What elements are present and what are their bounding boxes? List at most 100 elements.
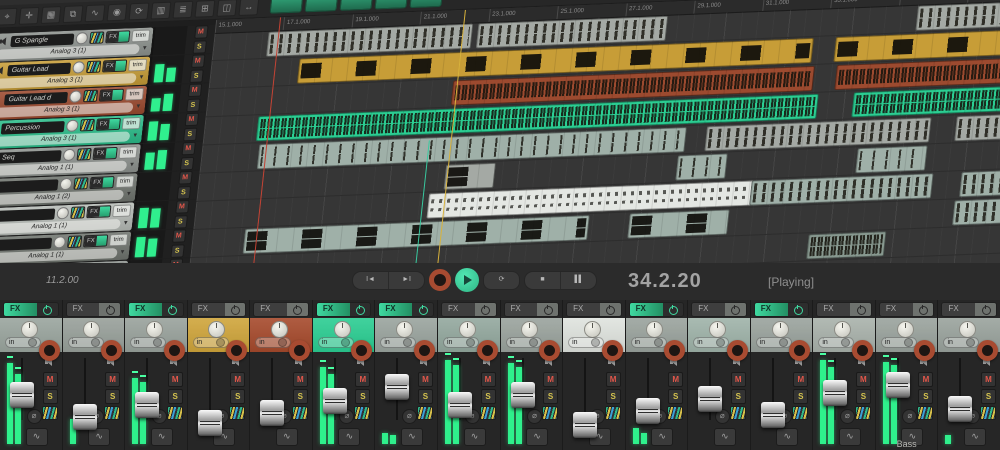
fx-toggle[interactable]: FX — [93, 147, 118, 160]
trim-button[interactable]: trim — [128, 59, 147, 72]
envelope-button[interactable]: ∿ — [526, 428, 548, 446]
go-to-start-button[interactable]: Ι◄ — [353, 272, 388, 289]
fx-button[interactable]: FX — [191, 302, 247, 317]
volume-fader[interactable] — [73, 404, 97, 430]
solo-button[interactable]: S — [293, 389, 308, 404]
mute-button[interactable]: M — [230, 372, 245, 387]
mixer-strip[interactable]: FX in M S ⌀ ∿ Bass — [876, 300, 938, 450]
trim-button[interactable]: trim — [118, 146, 137, 159]
mute-button[interactable]: M — [793, 372, 808, 387]
solo-button[interactable]: S — [186, 99, 200, 113]
volume-fader[interactable] — [573, 412, 597, 438]
mute-button[interactable]: M — [856, 372, 871, 387]
routing-icon[interactable] — [83, 90, 98, 103]
stop-button[interactable]: ■ — [525, 272, 560, 289]
input-button[interactable]: in — [193, 337, 229, 348]
fx-toggle[interactable]: FX — [105, 30, 130, 43]
routing-icon[interactable] — [667, 406, 683, 420]
fx-bypass-button[interactable] — [475, 303, 496, 316]
trim-button[interactable]: trim — [112, 204, 131, 217]
fx-toggle[interactable]: FX — [102, 59, 127, 72]
fx-toggle[interactable]: FX — [83, 234, 108, 247]
mute-button[interactable]: M — [181, 142, 195, 156]
envelope-button[interactable]: ∿ — [88, 428, 110, 446]
pan-knob[interactable] — [646, 321, 663, 338]
fx-bypass-button[interactable] — [975, 303, 996, 316]
toolbar-toggle-button[interactable] — [374, 0, 408, 10]
solo-button[interactable]: S — [43, 389, 58, 404]
chevron-down-icon[interactable]: ▾ — [139, 73, 144, 83]
toolbar-icon[interactable]: ✛ — [19, 6, 40, 24]
input-dropdown-icon[interactable] — [153, 338, 162, 347]
track-name[interactable] — [0, 237, 53, 251]
toolbar-icon[interactable]: ⊞ — [195, 0, 216, 17]
routing-icon[interactable] — [74, 177, 89, 190]
mixer-strip[interactable]: FX in M S ⌀ ∿ — [125, 300, 187, 450]
play-button[interactable] — [455, 268, 479, 292]
fx-bypass-button[interactable] — [412, 303, 433, 316]
toolbar-icon[interactable]: ⧉ — [63, 5, 84, 23]
solo-button[interactable]: S — [481, 389, 496, 404]
solo-button[interactable]: S — [856, 389, 871, 404]
record-button[interactable] — [429, 269, 451, 291]
input-button[interactable]: in — [693, 337, 729, 348]
pan-knob[interactable] — [709, 321, 726, 338]
record-arm-button[interactable] — [477, 340, 498, 361]
fx-toggle[interactable]: FX — [86, 205, 111, 218]
phase-button[interactable]: ⌀ — [840, 409, 855, 424]
pan-knob[interactable] — [334, 321, 351, 338]
solo-button[interactable]: S — [230, 389, 245, 404]
pan-knob[interactable] — [208, 321, 225, 338]
toolbar-icon[interactable]: ↔ — [238, 0, 259, 15]
fx-bypass-button[interactable] — [350, 303, 371, 316]
fx-button[interactable]: FX — [316, 302, 372, 317]
solo-button[interactable]: S — [668, 389, 683, 404]
mute-button[interactable]: M — [668, 372, 683, 387]
input-button[interactable]: in — [443, 337, 479, 348]
fx-button[interactable]: FX — [816, 302, 872, 317]
routing-icon[interactable] — [89, 31, 104, 44]
solo-button[interactable]: S — [192, 40, 206, 54]
go-to-end-button[interactable]: ►Ι — [388, 272, 424, 289]
volume-fader[interactable] — [260, 400, 284, 426]
mixer-strip[interactable]: FX in M S ⌀ ∿ — [313, 300, 375, 450]
routing-icon[interactable] — [480, 406, 496, 420]
mute-button[interactable]: M — [731, 372, 746, 387]
fx-button[interactable]: FX — [879, 302, 935, 317]
volume-fader[interactable] — [511, 382, 535, 408]
solo-button[interactable]: S — [179, 157, 193, 171]
record-arm-button[interactable] — [727, 340, 748, 361]
mixer-strip[interactable]: FX in M S ⌀ ∿ — [938, 300, 1000, 450]
input-button[interactable]: in — [5, 337, 41, 348]
pan-knob[interactable] — [21, 321, 38, 338]
routing-icon[interactable] — [417, 406, 433, 420]
mixer-strip[interactable]: FX in M S ⌀ ∿ — [626, 300, 688, 450]
pause-button[interactable]: ▌▌ — [560, 272, 596, 289]
routing-icon[interactable] — [792, 406, 808, 420]
input-button[interactable]: in — [255, 337, 291, 348]
mute-button[interactable]: M — [481, 372, 496, 387]
mixer-strip[interactable]: FX in M S ⌀ ∿ — [563, 300, 625, 450]
mute-button[interactable]: M — [543, 372, 558, 387]
chevron-down-icon[interactable]: ▾ — [133, 131, 138, 141]
fx-bypass-button[interactable] — [663, 303, 684, 316]
audio-clip[interactable] — [675, 153, 728, 180]
envelope-button[interactable]: ∿ — [401, 428, 423, 446]
chevron-down-icon[interactable]: ▾ — [126, 189, 131, 199]
fx-toggle[interactable]: FX — [99, 89, 124, 102]
solo-button[interactable]: S — [981, 389, 996, 404]
routing-icon[interactable] — [167, 406, 183, 420]
selection-time-display[interactable]: 11.2.00 — [46, 275, 79, 286]
fx-bypass-button[interactable] — [287, 303, 308, 316]
trim-button[interactable]: trim — [122, 117, 141, 130]
track-name[interactable] — [0, 179, 59, 193]
pan-knob[interactable] — [584, 321, 601, 338]
fx-bypass-button[interactable] — [37, 303, 58, 316]
fx-bypass-button[interactable] — [725, 303, 746, 316]
toolbar-icon[interactable]: ▥ — [151, 1, 172, 19]
fx-button[interactable]: FX — [253, 302, 309, 317]
audio-clip[interactable] — [855, 145, 928, 173]
volume-fader[interactable] — [198, 410, 222, 436]
audio-clip[interactable] — [915, 0, 1000, 31]
volume-fader[interactable] — [323, 388, 347, 414]
